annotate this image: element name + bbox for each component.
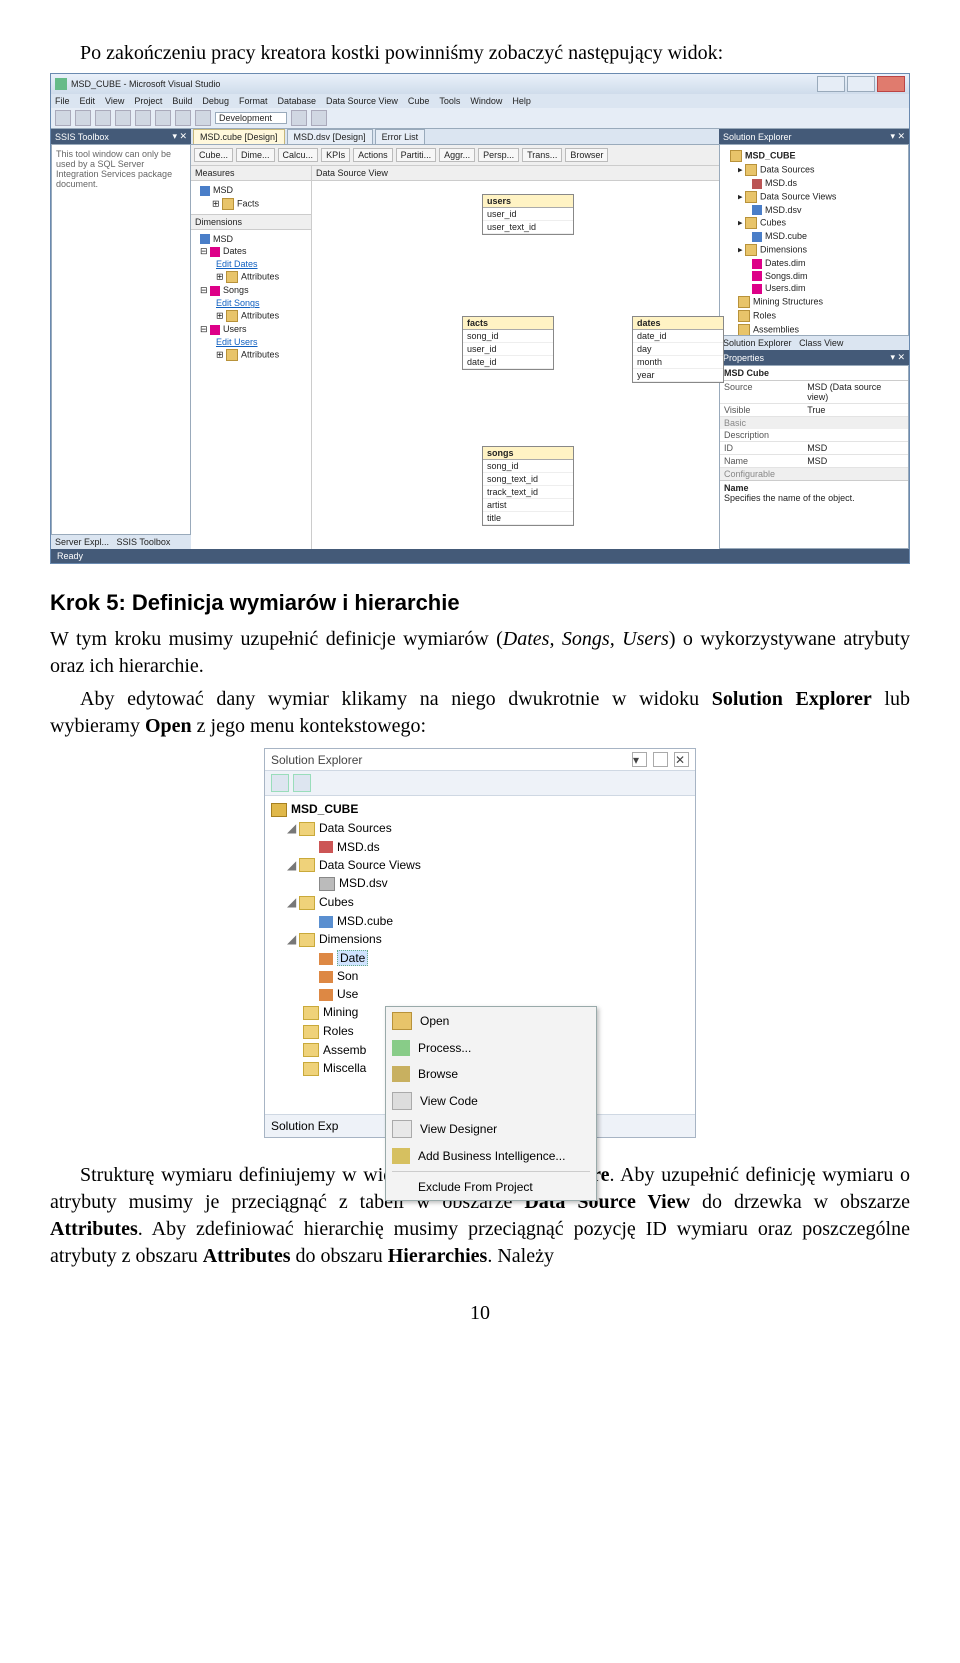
edit-users-link[interactable]: Edit Users [216,337,258,347]
step5-paragraph-1: W tym kroku musimy uzupełnić definicje w… [50,626,910,680]
document-tabs[interactable]: MSD.cube [Design] MSD.dsv [Design] Error… [191,129,719,145]
close-icon[interactable]: ✕ [674,752,689,767]
browse-icon [392,1066,410,1082]
config-dropdown[interactable]: Development [215,112,287,124]
solution-tree[interactable]: MSD_CUBE ◢Data Sources MSD.ds ◢Data Sour… [265,796,695,1114]
cube-designer-tabs[interactable]: Cube... Dime... Calcu... KPIs Actions Pa… [191,145,719,166]
ctx-add-bi[interactable]: Add Business Intelligence... [386,1143,596,1169]
right-bottom-tabs[interactable]: Solution Explorer Class View [719,336,909,350]
ssis-toolbox-body: This tool window can only be used by a S… [51,144,191,535]
maximize-button[interactable] [847,76,875,92]
ctx-view-code[interactable]: View Code [386,1087,596,1115]
left-bottom-tabs[interactable]: Server Expl... SSIS Toolbox [51,535,191,549]
view-designer-icon [392,1120,412,1138]
dsv-header: Data Source View [312,166,719,181]
dsv-table-dates[interactable]: dates date_id day month year [632,316,724,383]
intro-paragraph: Po zakończeniu pracy kreatora kostki pow… [50,40,910,67]
app-icon [55,78,67,90]
solution-explorer-screenshot: Solution Explorer▾✕ MSD_CUBE ◢Data Sourc… [264,748,696,1138]
view-code-icon [392,1092,412,1110]
step5-paragraph-2: Aby edytować dany wymiar klikamy na nieg… [50,686,910,740]
dsv-table-songs[interactable]: songs song_id song_text_id track_text_id… [482,446,574,526]
ctx-open[interactable]: Open [386,1007,596,1035]
dsv-table-users[interactable]: users user_id user_text_id [482,194,574,235]
context-menu[interactable]: Open Process... Browse View Code View De… [385,1006,597,1201]
step5-heading: Krok 5: Definicja wymiarów i hierarchie [50,590,910,616]
tab-dsv-design[interactable]: MSD.dsv [Design] [287,129,373,144]
selected-dimension[interactable]: Date [265,949,695,967]
edit-dates-link[interactable]: Edit Dates [216,259,258,269]
ctx-view-designer[interactable]: View Designer [386,1115,596,1143]
blank-icon [392,1179,410,1195]
ctx-browse[interactable]: Browse [386,1061,596,1087]
dropdown-icon[interactable]: ▾ [632,752,647,767]
solution-explorer-title: Solution Explorer▾ ✕ [719,129,909,144]
open-folder-icon [392,1012,412,1030]
process-icon [392,1040,410,1056]
add-bi-icon [392,1148,410,1164]
panel-toolbar[interactable] [265,771,695,796]
properties-title: Properties▾ ✕ [719,350,909,365]
dimensions-header: Dimensions [191,214,311,230]
measures-header: Measures [191,166,311,181]
dsv-table-facts[interactable]: facts song_id user_id date_id [462,316,554,370]
ctx-exclude[interactable]: Exclude From Project [386,1174,596,1200]
tab-error-list[interactable]: Error List [375,129,426,144]
main-menubar[interactable]: FileEditViewProjectBuildDebugFormatDatab… [51,94,909,108]
pin-icon[interactable] [653,752,668,767]
vs-screenshot: MSD_CUBE - Microsoft Visual Studio FileE… [50,73,910,564]
close-button[interactable] [877,76,905,92]
tab-cube-design[interactable]: MSD.cube [Design] [193,129,285,144]
properties-body[interactable]: MSD Cube SourceMSD (Data source view) Vi… [719,365,909,549]
ssis-toolbox-title: SSIS Toolbox▾ ✕ [51,129,191,144]
vs-titlebar: MSD_CUBE - Microsoft Visual Studio [51,74,909,94]
main-toolbar[interactable]: Development [51,108,909,129]
solution-explorer-body[interactable]: MSD_CUBE ▸ Data Sources MSD.ds ▸ Data So… [719,144,909,336]
ctx-process[interactable]: Process... [386,1035,596,1061]
edit-songs-link[interactable]: Edit Songs [216,298,260,308]
panel-title: Solution Explorer▾✕ [265,749,695,771]
page-number: 10 [50,1300,910,1327]
window-title: MSD_CUBE - Microsoft Visual Studio [71,79,220,89]
status-bar: Ready [51,549,909,563]
minimize-button[interactable] [817,76,845,92]
